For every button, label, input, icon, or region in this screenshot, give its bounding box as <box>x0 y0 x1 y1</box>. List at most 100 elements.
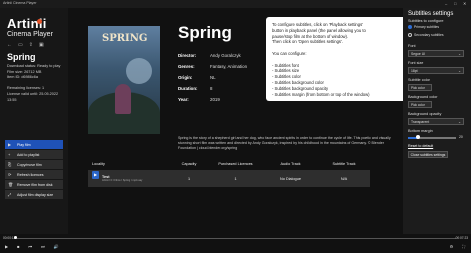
remove-film-button[interactable]: 🗑 Remove film from disk <box>5 180 63 189</box>
meta-row-origin: Origin: NL <box>178 72 247 83</box>
sidebar-toolbar: ← ▭ ⇪ ▣ <box>7 42 44 48</box>
logo-mark-icon <box>37 19 42 24</box>
volume-icon[interactable]: 🔊 <box>54 244 59 249</box>
chevron-down-icon: ⌄ <box>458 52 461 56</box>
primary-subtitles-radio[interactable]: Primary subtitles <box>408 25 439 29</box>
movie-title: Spring <box>178 23 232 42</box>
secondary-subtitles-label: Secondary subtitles <box>414 33 444 37</box>
file-icon: ▶ <box>92 171 99 179</box>
column-header-audio: Audio Track <box>280 162 301 166</box>
seek-bar[interactable] <box>15 237 456 239</box>
close-subtitles-settings-button[interactable]: Close subtitles settings <box>408 151 448 158</box>
background-opacity-value: Transparent <box>411 120 430 124</box>
subtitle-color-label: Subtitle color <box>408 78 430 82</box>
open-icon[interactable]: ⇪ <box>29 42 33 48</box>
meta-key: Director: <box>178 53 197 58</box>
font-label: Font <box>408 44 416 48</box>
table-header: Locality Capacity Purchased Licences Aud… <box>88 160 370 168</box>
slider-knob[interactable] <box>415 135 420 140</box>
poster-title: SPRING <box>102 33 148 44</box>
locality-path: Artinii \ F:\ Films \ Spring \ mp4.uay <box>102 179 143 182</box>
app-logo-subtitle: Cinema Player <box>7 31 53 38</box>
stop-icon[interactable]: ■ <box>17 244 19 249</box>
meta-value: 2019 <box>210 97 220 102</box>
locality-table: Locality Capacity Purchased Licences Aud… <box>88 160 370 187</box>
license-valid-time: 13:55 <box>7 97 17 102</box>
font-select[interactable]: Segoe UI ⌄ <box>408 50 464 57</box>
meta-key: Genres: <box>178 64 195 69</box>
add-to-playlist-button[interactable]: + Add to playlist <box>5 150 63 159</box>
column-header-locality: Locality <box>92 162 105 166</box>
next-icon[interactable]: ⏭ <box>41 244 45 249</box>
column-header-capacity: Capacity <box>181 162 197 166</box>
tooltip-line: - Subtitles margin (from bottom or top o… <box>272 91 370 97</box>
total-time: 00:07:23 <box>455 236 468 240</box>
radio-unselected-icon <box>408 33 412 37</box>
movie-description: Spring is the story of a shepherd girl a… <box>178 136 391 150</box>
license-valid-until: License valid until: 25.05.2022 <box>7 91 59 96</box>
adjust-display-size-label: Adjust film display size <box>17 192 54 197</box>
sidebar-movie-title: Spring <box>7 52 36 62</box>
meta-row-duration: Duration: 8 <box>178 83 247 94</box>
window-title: Artinii Cinema Player <box>3 1 37 5</box>
seek-knob[interactable] <box>14 236 17 239</box>
remove-film-label: Remove film from disk <box>17 182 53 187</box>
poster-figure <box>115 84 131 114</box>
secondary-subtitles-radio[interactable]: Secondary subtitles <box>408 33 444 37</box>
configure-label: Subtitles to configure <box>408 19 444 23</box>
font-size-select[interactable]: 18pt ⌄ <box>408 67 464 74</box>
subtitles-help-tooltip: To configure subtitles, click on 'Playba… <box>266 17 411 101</box>
meta-row-year: Year: 2019 <box>178 94 247 105</box>
refresh-licences-label: Refresh licences <box>17 172 44 177</box>
playback-controls: ▶ ■ ⏮ ⏭ 🔊 <box>5 244 59 249</box>
column-header-licences: Purchased Licences <box>218 162 253 166</box>
background-opacity-select[interactable]: Transparent ⌄ <box>408 118 464 125</box>
licences-cell: 1 <box>234 176 237 181</box>
back-icon[interactable]: ← <box>7 42 12 48</box>
meta-value: NL <box>210 75 216 80</box>
panel-title: Subtitles settings <box>408 11 454 17</box>
background-opacity-label: Background opacity <box>408 112 442 116</box>
resize-icon: ⤢ <box>8 192 12 197</box>
movie-meta: Director: Andy Goralczyk Genres: Fantasy… <box>178 50 247 105</box>
adjust-display-size-button[interactable]: ⤢ Adjust film display size <box>5 190 63 199</box>
subtitle-color-picker[interactable]: Pick color <box>408 84 432 91</box>
meta-key: Year: <box>178 97 189 102</box>
close-window-button[interactable]: ✕ <box>463 1 466 6</box>
play-film-label: Play film <box>17 142 31 147</box>
title-bar: Artinii Cinema Player – □ ✕ <box>0 0 471 8</box>
chevron-down-icon: ⌄ <box>458 69 461 73</box>
font-size-label: Font size <box>408 61 424 65</box>
subtitles-settings-panel: Subtitles settings Subtitles to configur… <box>403 8 471 234</box>
reset-to-default-link[interactable]: Reset to default <box>408 144 433 148</box>
table-row[interactable]: ▶ Test Artinii \ F:\ Films \ Spring \ mp… <box>88 170 370 187</box>
playback-settings-icon[interactable]: ⚙ <box>450 244 454 249</box>
bottom-margin-slider[interactable] <box>408 135 456 140</box>
play-film-button[interactable]: ▶ Play film <box>5 140 63 149</box>
minimize-button[interactable]: – <box>445 1 447 6</box>
font-size-value: 18pt <box>411 69 418 73</box>
bottom-margin-label: Bottom margin <box>408 129 433 133</box>
locality-cell: ▶ Test Artinii \ F:\ Films \ Spring \ mp… <box>88 171 170 182</box>
play-icon: ▶ <box>8 142 12 147</box>
screen-icon[interactable]: ▣ <box>39 42 44 48</box>
fullscreen-icon[interactable]: ⛶ <box>462 244 465 249</box>
poster-moon <box>126 58 152 84</box>
main-content: SPRING Spring Director: Andy Goralczyk G… <box>68 8 411 234</box>
copy-move-film-button[interactable]: ⎘ Copy/move film <box>5 160 63 169</box>
plus-icon: + <box>8 152 11 157</box>
folder-icon[interactable]: ▭ <box>18 42 23 48</box>
meta-row-genres: Genres: Fantasy, Animation <box>178 61 247 72</box>
trash-icon: 🗑 <box>8 182 14 187</box>
background-color-picker[interactable]: Pick color <box>408 101 432 108</box>
playback-bar: 00:00:12 00:07:23 ▶ ■ ⏮ ⏭ 🔊 ⚙ ⛶ <box>0 234 471 253</box>
maximize-button[interactable]: □ <box>454 1 456 6</box>
previous-icon[interactable]: ⏮ <box>29 244 33 249</box>
font-value: Segoe UI <box>411 52 426 56</box>
meta-row-director: Director: Andy Goralczyk <box>178 50 247 61</box>
primary-subtitles-label: Primary subtitles <box>414 25 440 29</box>
play-icon[interactable]: ▶ <box>5 244 8 249</box>
audio-track-cell: No Dialogue <box>280 176 301 181</box>
refresh-licences-button[interactable]: ⟳ Refresh licences <box>5 170 63 179</box>
add-to-playlist-label: Add to playlist <box>17 152 40 157</box>
